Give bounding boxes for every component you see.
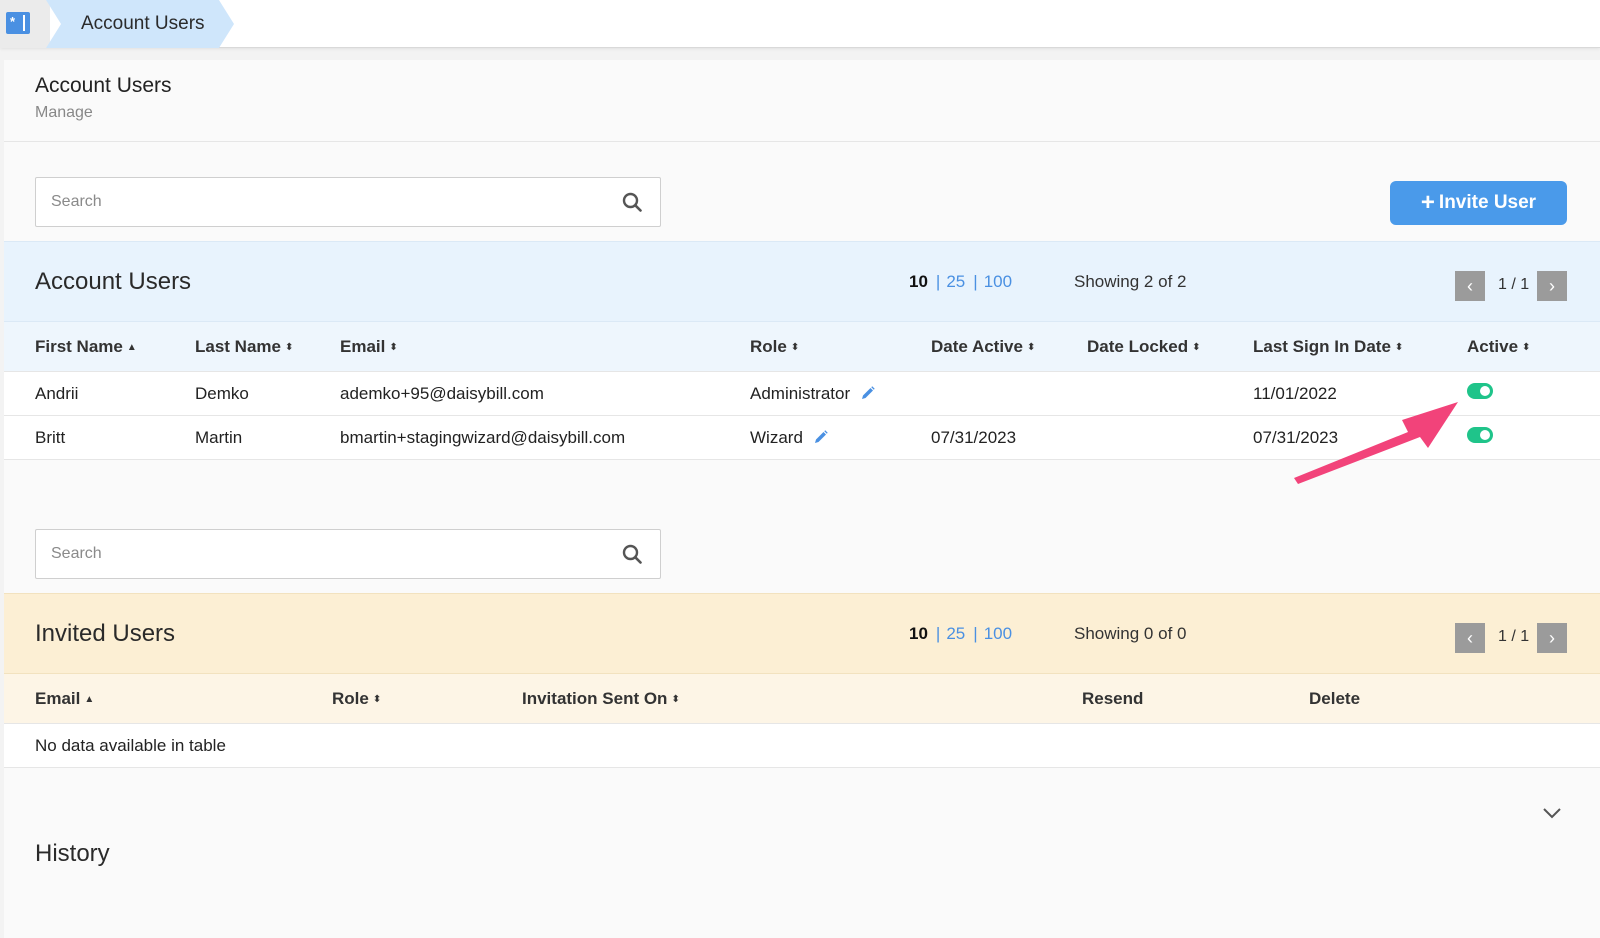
breadcrumb-label: Account Users	[81, 13, 205, 34]
table-row: Andrii Demko ademko+95@daisybill.com Adm…	[4, 372, 1600, 416]
col-role[interactable]: Role ⬍	[750, 337, 799, 357]
col-active[interactable]: Active ⬍	[1467, 337, 1530, 357]
invite-user-label: Invite User	[1438, 192, 1537, 213]
page-title: Account Users	[35, 74, 172, 97]
page-size-100[interactable]: 100	[984, 272, 1012, 291]
cell-last-sign-in: 11/01/2022	[1253, 384, 1337, 403]
sort-icon: ⬍	[671, 694, 680, 705]
pencil-icon[interactable]	[814, 430, 828, 444]
col-last-name[interactable]: Last Name ⬍	[195, 337, 293, 357]
prev-page-button[interactable]: ‹	[1455, 271, 1485, 301]
active-toggle[interactable]	[1467, 383, 1493, 399]
account-users-header: Account Users 10 | 25 | 100 Showing 2 of 2 ‹…	[4, 241, 1600, 322]
sort-icon: ⬍	[1192, 342, 1201, 353]
invited-users-header: Invited Users 10 | 25 | 100 Showing 0 of 0 ‹…	[4, 593, 1600, 674]
account-users-title: Account Users	[35, 268, 192, 295]
invited-users-search-input[interactable]	[36, 530, 596, 578]
page-size-25[interactable]: 25	[946, 624, 965, 643]
empty-message: No data available in table	[35, 736, 226, 755]
col-last-sign-in[interactable]: Last Sign In Date ⬍	[1253, 337, 1403, 357]
page-size-selector: 10 | 25 | 100	[909, 624, 1013, 643]
cell-last-name: Demko	[195, 384, 249, 403]
account-users-search-input[interactable]	[36, 178, 596, 226]
role-label: Wizard	[750, 428, 803, 447]
role-label: Administrator	[750, 384, 851, 403]
chevron-right-icon: ›	[1549, 275, 1555, 296]
top-bar: Account Users	[0, 0, 1600, 48]
prev-page-button[interactable]: ‹	[1455, 623, 1485, 653]
history-title[interactable]: History	[35, 840, 110, 868]
page-size-100[interactable]: 100	[984, 624, 1012, 643]
col-role[interactable]: Role ⬍	[332, 689, 381, 709]
cell-last-name: Martin	[195, 428, 243, 447]
col-email[interactable]: Email ▲	[35, 689, 94, 709]
chevron-left-icon: ‹	[1467, 275, 1473, 296]
cell-date-active: 07/31/2023	[931, 428, 1017, 447]
invited-users-search	[35, 529, 661, 579]
search-icon[interactable]	[622, 544, 642, 564]
page-size-selector: 10 | 25 | 100	[909, 272, 1013, 291]
sort-icon: ⬍	[284, 342, 294, 353]
sort-icon: ⬍	[790, 342, 800, 353]
sort-icon: ⬍	[1026, 342, 1036, 353]
page-subtitle: Manage	[35, 104, 93, 121]
chevron-down-icon[interactable]	[1542, 806, 1562, 820]
sort-icon: ⬍	[389, 342, 398, 353]
invite-user-button[interactable]: + Invite User	[1390, 181, 1567, 225]
pencil-icon[interactable]	[861, 386, 875, 400]
next-page-button[interactable]: ›	[1537, 271, 1567, 301]
page-size-25[interactable]: 25	[946, 272, 965, 291]
showing-count: Showing 2 of 2	[1074, 272, 1187, 291]
page-indicator: 1 / 1	[1498, 276, 1530, 293]
chevron-right-icon: ›	[1549, 627, 1555, 648]
active-toggle[interactable]	[1467, 427, 1493, 443]
col-invitation-sent-on[interactable]: Invitation Sent On ⬍	[522, 689, 680, 709]
app-logo-icon[interactable]	[6, 12, 30, 34]
next-page-button[interactable]: ›	[1537, 623, 1567, 653]
search-icon[interactable]	[622, 192, 642, 212]
col-delete: Delete	[1309, 689, 1361, 708]
page-size-10[interactable]: 10	[909, 624, 928, 643]
cell-first-name: Andrii	[35, 384, 79, 403]
cell-email: bmartin+stagingwizard@daisybill.com	[340, 428, 626, 447]
main-card: Account Users Manage + Invite User Accou…	[4, 60, 1600, 938]
breadcrumb: Account Users	[46, 0, 234, 48]
sort-asc-icon: ▲	[84, 694, 95, 705]
col-resend: Resend	[1082, 689, 1144, 708]
sort-icon: ⬍	[372, 694, 382, 705]
col-email[interactable]: Email ⬍	[340, 337, 398, 357]
sort-asc-icon: ▲	[126, 342, 137, 353]
home-tab[interactable]	[0, 0, 50, 48]
cell-last-sign-in: 07/31/2023	[1253, 428, 1339, 447]
account-users-table-header: First Name ▲ Last Name ⬍ Email ⬍ Role ⬍ Date…	[4, 322, 1600, 372]
col-first-name[interactable]: First Name ▲	[35, 337, 137, 357]
cell-role: Administrator	[750, 384, 875, 404]
invited-users-table-header: Email ▲ Role ⬍ Invitation Sent On ⬍ Resend …	[4, 674, 1600, 724]
page-indicator: 1 / 1	[1498, 628, 1530, 645]
showing-count: Showing 0 of 0	[1074, 624, 1187, 643]
account-users-search	[35, 177, 661, 227]
sort-icon: ⬍	[1522, 342, 1531, 353]
table-row: Britt Martin bmartin+stagingwizard@daisy…	[4, 416, 1600, 460]
col-date-locked[interactable]: Date Locked ⬍	[1087, 337, 1200, 357]
empty-row: No data available in table	[4, 724, 1600, 768]
plus-icon: +	[1420, 189, 1435, 216]
cell-role: Wizard	[750, 428, 828, 448]
sort-icon: ⬍	[1394, 342, 1404, 353]
col-date-active[interactable]: Date Active ⬍	[931, 337, 1035, 357]
cell-first-name: Britt	[35, 428, 66, 447]
cell-email: ademko+95@daisybill.com	[340, 384, 544, 403]
page-header: Account Users Manage	[4, 60, 1600, 142]
page-size-10[interactable]: 10	[909, 272, 928, 291]
invited-users-title: Invited Users	[35, 620, 176, 647]
chevron-left-icon: ‹	[1467, 627, 1473, 648]
